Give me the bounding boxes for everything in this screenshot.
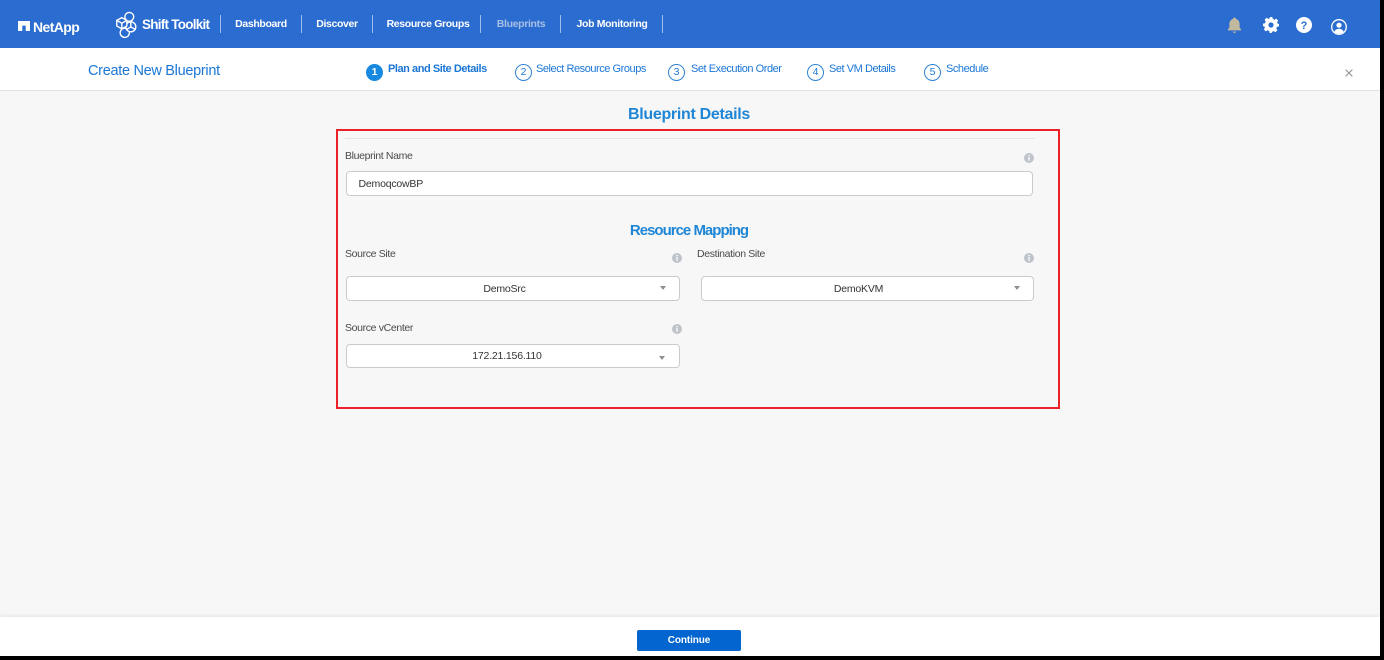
svg-text:?: ?: [1301, 20, 1308, 32]
